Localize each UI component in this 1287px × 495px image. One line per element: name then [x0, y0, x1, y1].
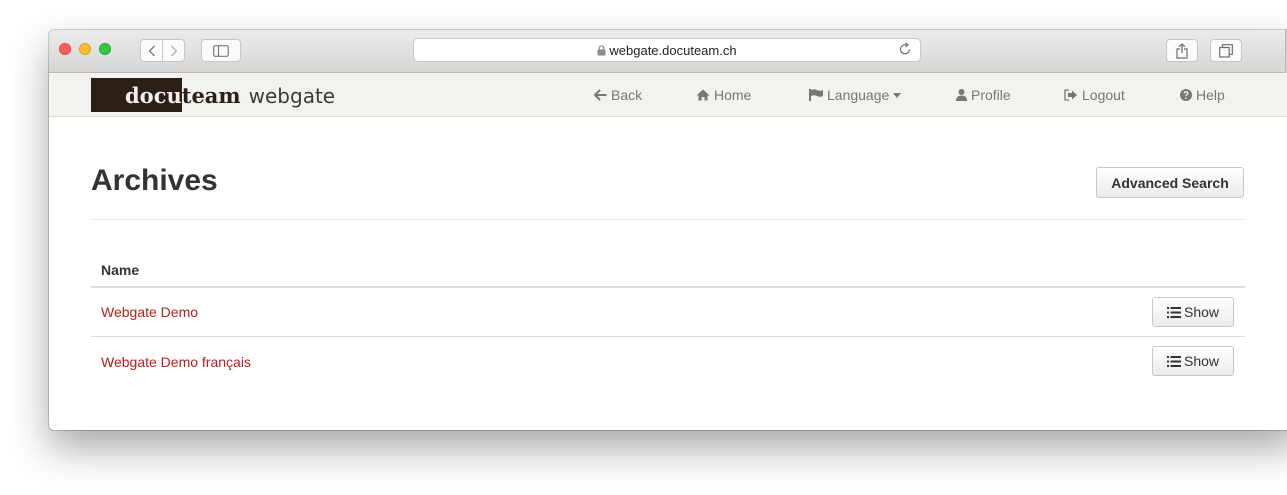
archive-link[interactable]: Webgate Demo français	[101, 354, 251, 370]
flag-icon	[809, 89, 823, 101]
tabs-icon	[1219, 43, 1233, 58]
nav-back-label: Back	[611, 87, 643, 103]
table-row: Webgate Demo français Show	[91, 337, 1245, 386]
nav-help-label: Help	[1196, 87, 1225, 103]
archives-table: Name Webgate Demo Show Webgate Demo fran…	[91, 250, 1245, 386]
forward-chevron-icon	[170, 45, 177, 56]
user-icon	[956, 89, 967, 101]
sidebar-icon	[213, 44, 229, 57]
address-bar[interactable]: webgate.docuteam.ch	[413, 38, 921, 62]
list-icon	[1166, 355, 1181, 367]
logo-part-team: team	[181, 83, 241, 108]
nav-profile-link[interactable]: Profile	[956, 87, 1011, 103]
title-divider	[91, 219, 1245, 220]
close-window-button[interactable]	[59, 43, 71, 55]
logo-part-webgate: webgate	[248, 84, 336, 108]
browser-back-button[interactable]	[140, 39, 163, 62]
show-button-label: Show	[1183, 353, 1220, 369]
share-button[interactable]	[1166, 39, 1198, 62]
zoom-window-button[interactable]	[99, 43, 111, 55]
nav-home-link[interactable]: Home	[696, 87, 751, 103]
caret-down-icon	[893, 92, 902, 98]
list-icon	[1166, 306, 1181, 318]
reload-button[interactable]	[899, 42, 912, 61]
share-icon	[1176, 42, 1188, 59]
browser-toolbar: webgate.docuteam.ch +	[49, 30, 1287, 73]
show-button-label: Show	[1183, 304, 1220, 320]
nav-logout-label: Logout	[1082, 87, 1125, 103]
archive-link[interactable]: Webgate Demo	[101, 304, 198, 320]
reload-icon	[899, 42, 911, 55]
show-tabs-button[interactable]	[1210, 39, 1242, 62]
nav-language-dropdown[interactable]: Language	[809, 87, 902, 103]
docuteam-logo[interactable]: docu team webgate	[91, 78, 335, 112]
logo-part-docu: docu	[91, 78, 182, 112]
table-header-name: Name	[91, 250, 1245, 288]
nav-language-label: Language	[827, 87, 890, 103]
back-chevron-icon	[148, 45, 155, 56]
advanced-search-button[interactable]: Advanced Search	[1096, 167, 1244, 198]
site-navbar: docu team webgate Back Home Language Pro…	[49, 73, 1287, 117]
sidebar-toggle-button[interactable]	[201, 39, 241, 62]
show-button[interactable]: Show	[1152, 346, 1234, 376]
nav-profile-label: Profile	[971, 87, 1011, 103]
nav-help-link[interactable]: Help	[1180, 87, 1225, 103]
sign-out-icon	[1064, 89, 1077, 101]
browser-forward-button[interactable]	[162, 39, 185, 62]
nav-back-link[interactable]: Back	[594, 87, 642, 103]
lock-icon	[597, 45, 606, 56]
window-controls	[59, 43, 111, 55]
nav-home-label: Home	[714, 87, 752, 103]
browser-window: webgate.docuteam.ch + docu team webgate …	[49, 30, 1287, 430]
show-button[interactable]: Show	[1152, 297, 1234, 327]
url-text: webgate.docuteam.ch	[609, 43, 737, 58]
arrow-left-icon	[594, 89, 607, 101]
question-circle-icon	[1180, 89, 1192, 101]
page-title: Archives	[91, 164, 218, 197]
home-icon	[696, 89, 710, 101]
minimize-window-button[interactable]	[79, 43, 91, 55]
nav-logout-link[interactable]: Logout	[1064, 87, 1125, 103]
table-row: Webgate Demo Show	[91, 288, 1245, 337]
